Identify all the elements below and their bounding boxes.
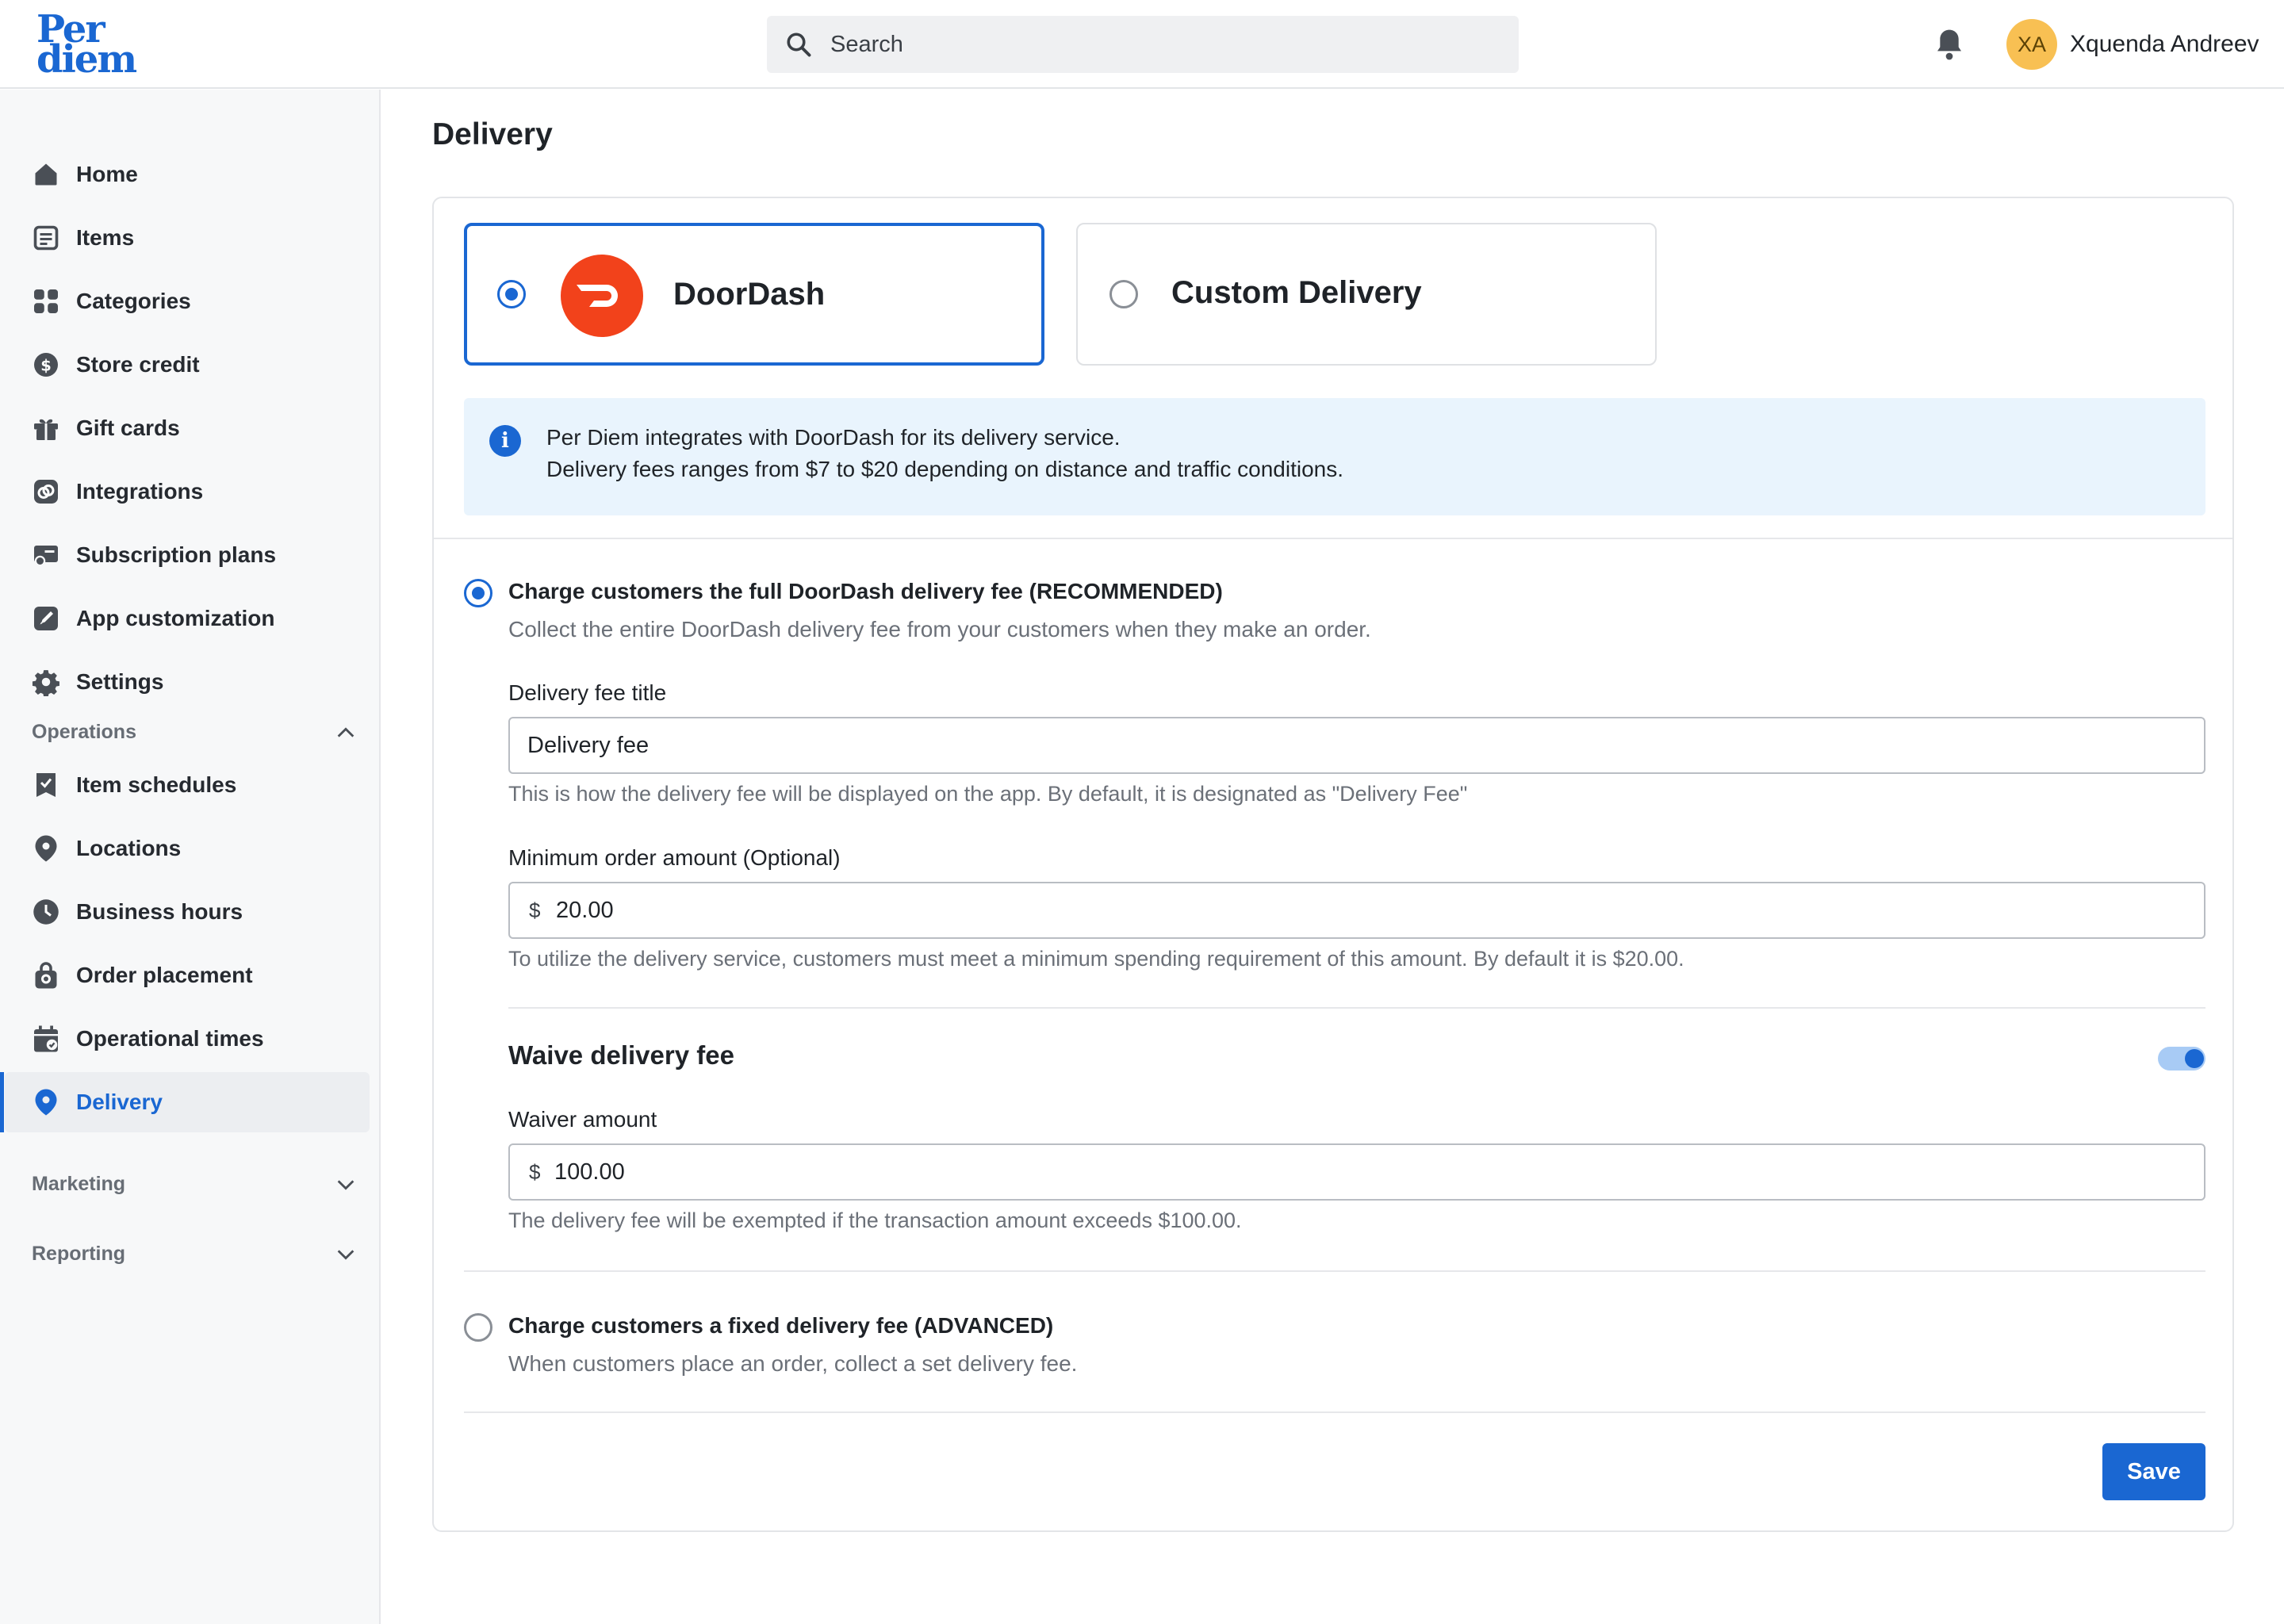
search-icon (787, 33, 811, 57)
min-order-label: Minimum order amount (Optional) (508, 845, 841, 870)
divider (434, 538, 2232, 539)
search-input[interactable]: Search (767, 16, 1519, 73)
sidebar: Home Items Categories $ Store credit Gif… (0, 90, 381, 1624)
chevron-up-icon (337, 727, 354, 737)
divider (464, 1270, 2205, 1272)
waiver-amount-input[interactable]: $ 100.00 (508, 1143, 2205, 1201)
fixed-fee-desc: When customers place an order, collect a… (508, 1351, 1078, 1376)
gift-icon (34, 419, 58, 440)
full-fee-desc: Collect the entire DoorDash delivery fee… (508, 617, 1371, 642)
delivery-pin-icon (35, 1089, 57, 1116)
chevron-down-icon (337, 1180, 354, 1190)
waive-fee-title: Waive delivery fee (508, 1040, 734, 1070)
provider-option-doordash[interactable]: DoorDash (464, 223, 1044, 366)
clock-icon (33, 899, 59, 925)
section-marketing[interactable]: Marketing (32, 1164, 357, 1204)
waiver-amount-label: Waiver amount (508, 1107, 657, 1132)
sidebar-item-app-customization[interactable]: App customization (0, 588, 370, 649)
custom-delivery-label: Custom Delivery (1171, 275, 1422, 310)
section-reporting[interactable]: Reporting (32, 1234, 357, 1274)
info-line-2: Delivery fees ranges from $7 to $20 depe… (546, 457, 1343, 481)
bag-icon (35, 962, 57, 989)
sidebar-item-delivery[interactable]: Delivery (0, 1072, 370, 1132)
sidebar-item-business-hours[interactable]: Business hours (0, 882, 370, 942)
customization-icon (34, 607, 58, 630)
sidebar-item-order-placement[interactable]: Order placement (0, 945, 370, 1005)
section-operations[interactable]: Operations (32, 712, 357, 752)
info-banner: i Per Diem integrates with DoorDash for … (464, 398, 2205, 515)
sidebar-item-locations[interactable]: Locations (0, 818, 370, 879)
calendar-icon (34, 1025, 58, 1052)
sidebar-item-items[interactable]: Items (0, 208, 370, 268)
delivery-settings-card: DoorDash Custom Delivery i Per Diem inte… (432, 197, 2234, 1532)
full-fee-title: Charge customers the full DoorDash deliv… (508, 579, 1223, 603)
sidebar-item-integrations[interactable]: Integrations (0, 462, 370, 522)
sidebar-item-item-schedules[interactable]: Item schedules (0, 755, 370, 815)
divider (508, 1007, 2205, 1009)
waiver-amount-help: The delivery fee will be exempted if the… (508, 1208, 1242, 1232)
sidebar-item-gift-cards[interactable]: Gift cards (0, 398, 370, 458)
sidebar-item-subscription-plans[interactable]: Subscription plans (0, 525, 370, 585)
divider (464, 1411, 2205, 1413)
save-button[interactable]: Save (2102, 1443, 2205, 1500)
per-diem-logo[interactable]: Per diem (36, 10, 140, 79)
top-bar: Per diem Search XA Xquenda Andreev (0, 0, 2284, 89)
doordash-radio[interactable] (497, 280, 526, 308)
min-order-input[interactable]: $ 20.00 (508, 882, 2205, 939)
fixed-fee-title: Charge customers a fixed delivery fee (A… (508, 1313, 1054, 1338)
user-name[interactable]: Xquenda Andreev (2070, 0, 2259, 89)
bell-icon[interactable] (1933, 27, 1965, 62)
info-icon: i (489, 425, 521, 457)
info-line-1: Per Diem integrates with DoorDash for it… (546, 425, 1121, 450)
categories-icon (34, 289, 58, 313)
sidebar-item-operational-times[interactable]: Operational times (0, 1009, 370, 1069)
gear-icon (32, 670, 59, 696)
store-credit-icon: $ (34, 353, 58, 377)
fee-title-input[interactable]: Delivery fee (508, 717, 2205, 774)
search-placeholder: Search (830, 32, 903, 57)
doordash-logo-icon (561, 255, 643, 337)
doordash-label: DoorDash (673, 277, 826, 312)
sidebar-item-categories[interactable]: Categories (0, 271, 370, 331)
provider-option-custom-delivery[interactable]: Custom Delivery (1076, 223, 1657, 366)
fee-title-label: Delivery fee title (508, 680, 667, 705)
items-icon (33, 225, 59, 251)
avatar[interactable]: XA (2006, 19, 2057, 70)
fee-title-help: This is how the delivery fee will be dis… (508, 782, 1468, 806)
sidebar-item-settings[interactable]: Settings (0, 652, 370, 712)
custom-delivery-radio[interactable] (1109, 280, 1138, 308)
min-order-help: To utilize the delivery service, custome… (508, 947, 1684, 971)
integrations-icon (34, 480, 58, 504)
sidebar-item-home[interactable]: Home (0, 144, 370, 205)
chevron-down-icon (337, 1250, 354, 1260)
page-title: Delivery (432, 117, 553, 151)
svg-text:$: $ (40, 357, 52, 375)
full-fee-radio[interactable] (464, 579, 492, 607)
fixed-fee-radio[interactable] (464, 1313, 492, 1342)
schedule-icon (36, 773, 56, 797)
home-icon (35, 163, 57, 186)
subscription-icon (34, 546, 58, 567)
sidebar-item-store-credit[interactable]: $ Store credit (0, 335, 370, 395)
location-icon (35, 835, 57, 862)
waive-fee-toggle[interactable] (2158, 1047, 2205, 1071)
